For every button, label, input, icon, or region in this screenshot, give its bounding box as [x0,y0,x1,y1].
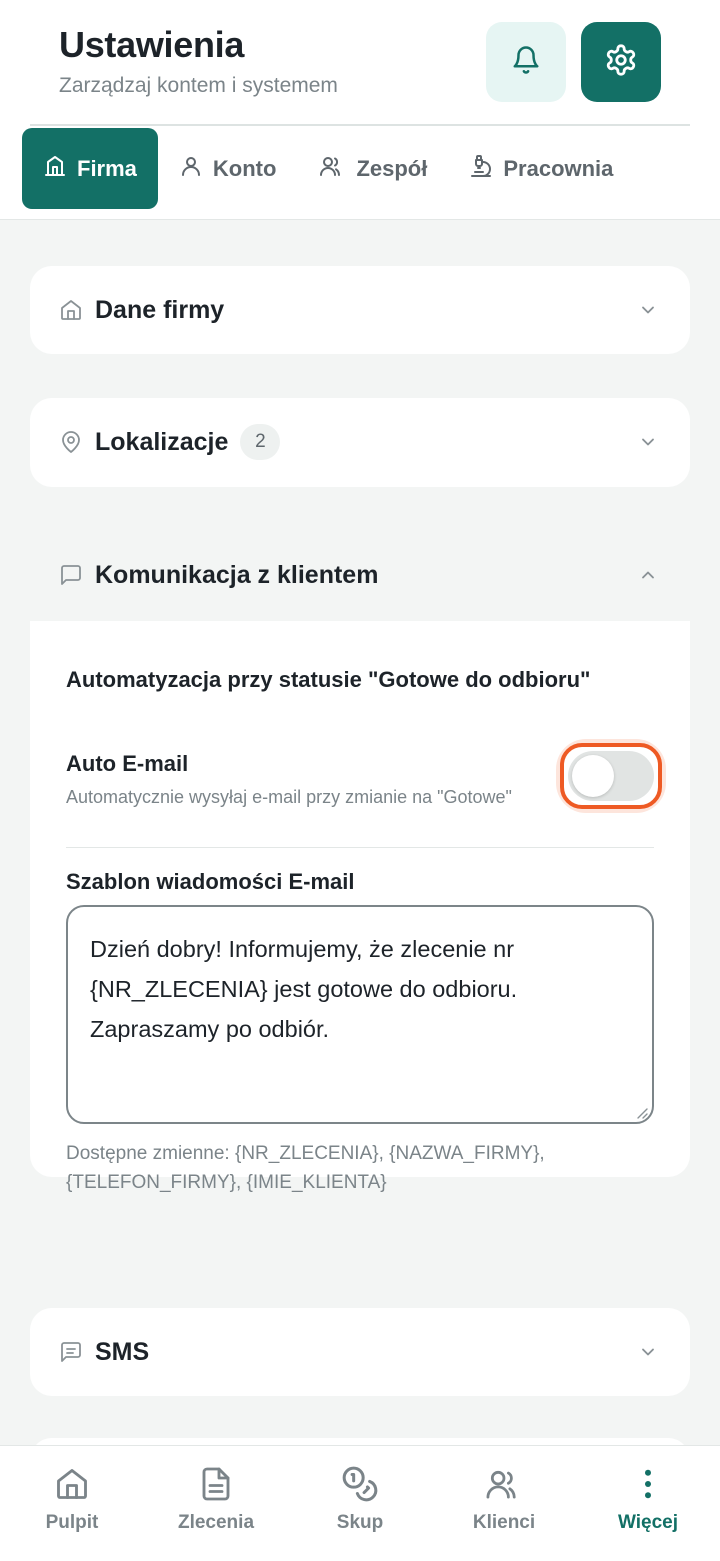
gear-icon [604,43,638,82]
users-icon [318,154,346,184]
auto-email-label: Auto E-mail [66,751,189,776]
nav-item-pulpit[interactable]: Pulpit [0,1446,144,1561]
more-vertical-icon [630,1464,666,1504]
sms-title: SMS [95,1337,150,1366]
chevron-down-icon [636,1340,660,1364]
tab-label: Pracownia [503,155,614,181]
email-template-label: Szablon wiadomości E-mail [66,869,355,894]
company-data-title: Dane firmy [95,295,225,324]
tab-label: Firma [77,155,137,181]
top-bar: Ustawienia Zarządzaj kontem i systemem F… [0,0,720,220]
users-icon [485,1464,523,1504]
chevron-down-icon [636,298,660,322]
automation-heading: Automatyzacja przy statusie "Gotowe do o… [66,667,591,692]
message-text-icon [59,1340,83,1364]
tab-zespol[interactable]: Zespół [297,128,448,209]
resize-grip-icon[interactable] [634,1105,648,1124]
nav-item-wiecej[interactable]: Więcej [576,1446,720,1561]
auto-email-description: Automatycznie wysyłaj e-mail przy zmiani… [66,787,512,807]
bottom-nav: Pulpit Zlecenia Skup Klienci Więcej [0,1445,720,1561]
settings-button[interactable] [581,22,661,102]
communication-header[interactable]: Komunikacja z klientem [30,531,690,619]
settings-tabs: Firma Konto Zespół Pracownia [22,128,634,209]
nav-label: Więcej [617,1512,679,1533]
divider [66,847,654,848]
locations-header[interactable]: Lokalizacje 2 [30,398,690,486]
microscope-icon [469,154,493,184]
communication-title: Komunikacja z klientem [95,560,379,589]
nav-label: Klienci [472,1512,536,1533]
page-title: Ustawienia [59,24,245,65]
tab-pracownia[interactable]: Pracownia [448,128,634,209]
nav-item-klienci[interactable]: Klienci [432,1446,576,1561]
toggle-knob [572,755,614,797]
coins-icon [341,1464,379,1504]
tab-konto[interactable]: Konto [158,128,298,209]
nav-label: Zlecenia [177,1512,255,1533]
nav-label: Skup [336,1512,384,1533]
chevron-up-icon [636,563,660,587]
user-icon [179,154,203,184]
home-icon [54,1464,90,1504]
communication-body: Automatyzacja przy statusie "Gotowe do o… [30,621,690,1193]
sms-card: SMS [30,1308,690,1396]
message-square-icon [59,563,83,587]
chevron-down-icon [636,430,660,454]
building-icon [43,154,67,184]
variables-hint: Dostępne zmienne: {NR_ZLECENIA}, {NAZWA_… [66,1143,545,1193]
home-icon [59,298,83,322]
toggle-track [568,751,654,801]
document-icon [198,1464,234,1504]
map-pin-icon [59,430,83,454]
nav-item-zlecenia[interactable]: Zlecenia [144,1446,288,1561]
locations-card: Lokalizacje 2 [30,398,690,487]
communication-card: Komunikacja z klientem Automatyzacja prz… [30,531,690,1265]
auto-email-toggle[interactable] [560,743,662,809]
page-subtitle: Zarządzaj kontem i systemem [59,74,338,97]
notifications-button[interactable] [486,22,566,102]
header: Ustawienia Zarządzaj kontem i systemem [30,0,690,126]
company-data-header[interactable]: Dane firmy [30,266,690,354]
locations-title: Lokalizacje [95,427,229,456]
email-template-textarea[interactable]: Dzień dobry! Informujemy, że zlecenie nr… [66,905,654,1124]
tab-label: Konto [212,155,277,181]
sms-header[interactable]: SMS [30,1308,690,1396]
tab-label: Zespół [356,155,428,181]
locations-count-badge: 2 [240,424,281,460]
company-data-card: Dane firmy [30,266,690,354]
nav-item-skup[interactable]: Skup [288,1446,432,1561]
nav-label: Pulpit [45,1512,99,1533]
tab-firma[interactable]: Firma [22,128,158,209]
bell-icon [511,44,541,81]
